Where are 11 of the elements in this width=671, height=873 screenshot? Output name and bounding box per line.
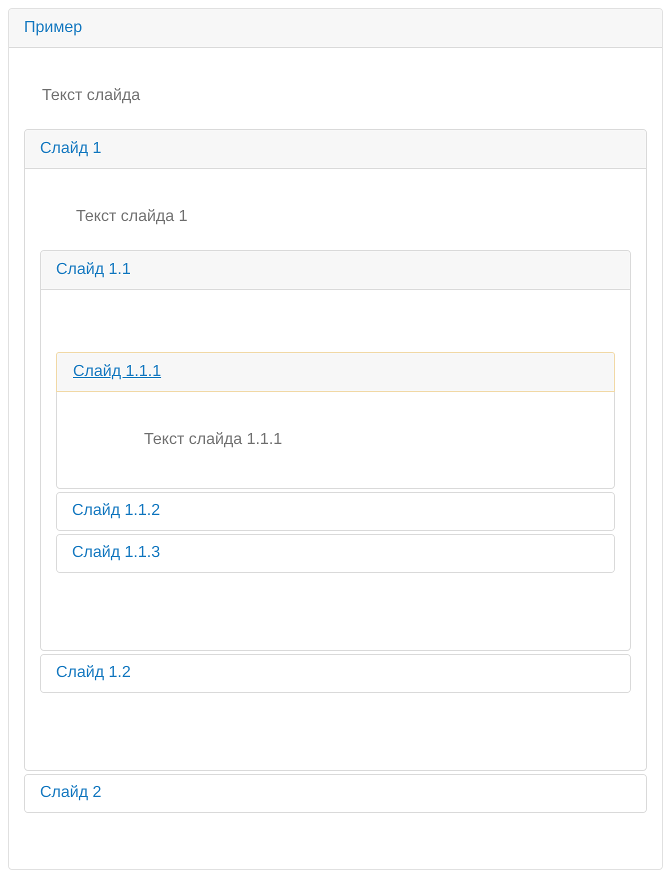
accordion-header[interactable]: Пример xyxy=(9,9,662,48)
accordion-header[interactable]: Слайд 2 xyxy=(25,775,646,812)
slide-text: Текст слайда 1 xyxy=(75,207,188,227)
accordion-header[interactable]: Слайд 1.1.3 xyxy=(57,535,614,572)
accordion-header[interactable]: Слайд 1.1 xyxy=(41,251,630,290)
accordion-header[interactable]: Слайд 1.1.1 xyxy=(56,352,615,392)
accordion-header[interactable]: Слайд 1 xyxy=(25,130,646,169)
slide-text: Текст слайда xyxy=(41,86,142,106)
accordion-header[interactable]: Слайд 1.2 xyxy=(41,655,630,692)
slide-text: Текст слайда 1.1.1 xyxy=(143,430,284,450)
accordion-header[interactable]: Слайд 1.1.2 xyxy=(57,493,614,530)
